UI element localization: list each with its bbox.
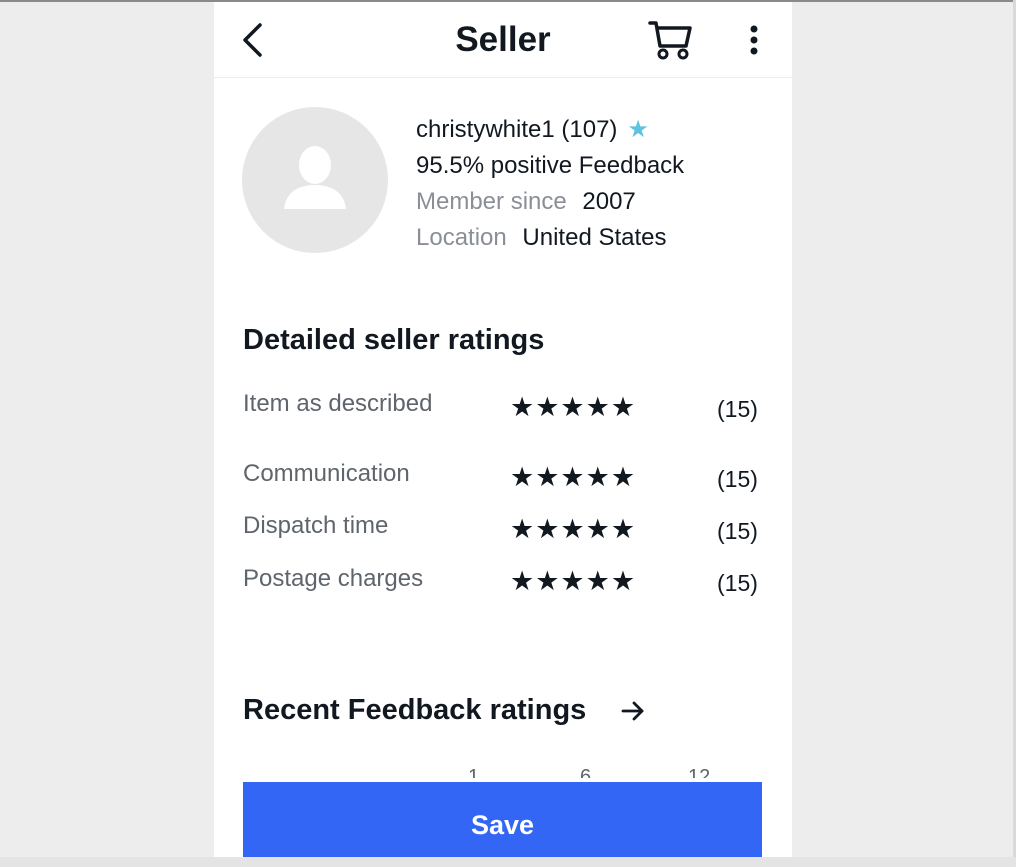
arrow-right-icon[interactable] <box>620 699 646 723</box>
location-label: Location <box>416 224 507 251</box>
rating-label-communication: Communication <box>243 460 410 487</box>
recent-feedback-column-12: 12 <box>688 766 711 778</box>
recent-feedback-title[interactable]: Recent Feedback ratings <box>243 694 586 727</box>
rating-stars-dispatch-time: ★★★★★ <box>510 514 637 544</box>
member-since-value: 2007 <box>582 188 636 215</box>
save-button[interactable]: Save <box>243 782 762 857</box>
page-title: Seller <box>455 20 551 59</box>
recent-feedback-columns-partial: 1 6 12 <box>214 762 792 778</box>
location-row: Location United States <box>416 221 684 257</box>
rating-label-dispatch-time: Dispatch time <box>243 512 389 539</box>
star-icon: ★ <box>627 116 649 143</box>
window-bottom-border <box>0 857 1016 867</box>
member-since-row: Member since 2007 <box>416 185 684 221</box>
member-since-label: Member since <box>416 188 567 215</box>
rating-count-communication: (15) <box>717 466 758 492</box>
avatar <box>242 107 388 253</box>
seller-info: christywhite1 (107) ★ 95.5% positive Feed… <box>416 113 684 257</box>
rating-count-dispatch-time: (15) <box>717 518 758 544</box>
detailed-ratings-title: Detailed seller ratings <box>243 324 545 356</box>
rating-stars-communication: ★★★★★ <box>510 462 637 492</box>
rating-count-postage-charges: (15) <box>717 570 758 596</box>
more-vertical-icon[interactable] <box>744 22 764 58</box>
seller-username[interactable]: christywhite1 (107) <box>416 116 617 143</box>
chevron-left-icon[interactable] <box>240 22 264 58</box>
rating-count-item-as-described: (15) <box>717 396 758 422</box>
recent-feedback-column-6: 6 <box>580 766 592 778</box>
cart-icon[interactable] <box>648 18 692 60</box>
seller-screen: Seller christywhite1 (107) ★ 95.5% positi… <box>214 2 792 857</box>
feedback-percentage: 95.5% positive Feedback <box>416 152 685 179</box>
rating-stars-postage-charges: ★★★★★ <box>510 566 637 596</box>
rating-label-item-as-described: Item as described <box>243 390 433 417</box>
seller-name-row: christywhite1 (107) ★ <box>416 113 684 149</box>
rating-label-postage-charges: Postage charges <box>243 565 424 592</box>
app-header: Seller <box>214 2 792 78</box>
rating-stars-item-as-described: ★★★★★ <box>510 392 637 422</box>
person-placeholder-icon <box>284 146 346 209</box>
location-value: United States <box>522 224 667 251</box>
recent-feedback-column-1: 1 <box>468 766 480 778</box>
